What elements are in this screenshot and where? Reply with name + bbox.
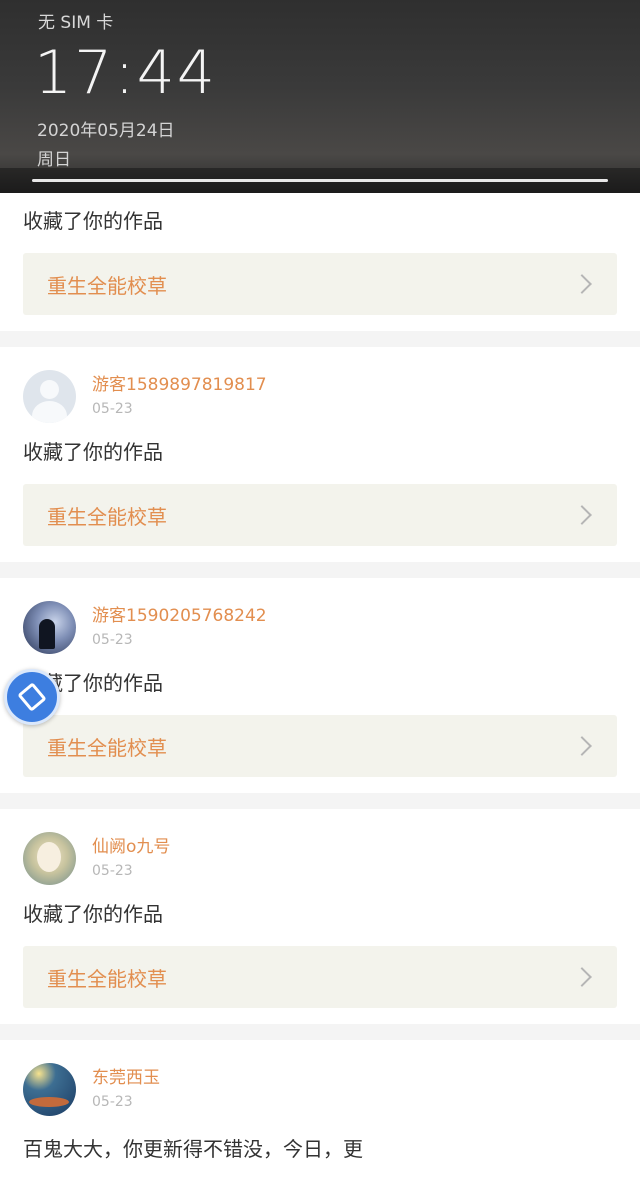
lock-weekday: 周日 [37, 150, 71, 170]
book-title: 重生全能校草 [47, 504, 167, 529]
notification-date: 05-23 [92, 401, 133, 417]
book-link[interactable]: 重生全能校草 [23, 715, 617, 777]
book-link[interactable]: 重生全能校草 [23, 253, 617, 315]
book-title: 重生全能校草 [47, 966, 167, 991]
avatar[interactable] [23, 370, 76, 423]
floating-edit-button[interactable] [4, 669, 60, 725]
notification-header: 仙阙o九号 05-23 [23, 832, 617, 886]
notification-date: 05-23 [92, 632, 133, 648]
notification-action: 收藏了你的作品 [23, 209, 163, 233]
notification-header: 游客1590205768242 05-23 [23, 601, 617, 655]
avatar[interactable] [23, 601, 76, 654]
carrier-status: 无 SIM 卡 [38, 13, 114, 33]
notification-header: 东莞西玉 05-23 [23, 1063, 617, 1117]
notification-card: 游客1589897819817 05-23 收藏了你的作品 重生全能校草 [0, 347, 640, 562]
edit-icon [17, 682, 47, 712]
lockscreen-overlay: 无 SIM 卡 17:44 2020年05月24日 周日 [0, 0, 640, 193]
chevron-right-icon [572, 505, 592, 525]
notification-action: 收藏了你的作品 [23, 671, 163, 695]
book-link[interactable]: 重生全能校草 [23, 946, 617, 1008]
notification-date: 05-23 [92, 1094, 133, 1110]
username[interactable]: 游客1589897819817 [92, 374, 267, 396]
chevron-right-icon [572, 736, 592, 756]
chevron-right-icon [572, 274, 592, 294]
username[interactable]: 仙阙o九号 [92, 836, 170, 858]
comment-text: 百鬼大大，你更新得不错没，今日，更 [23, 1137, 363, 1161]
book-title: 重生全能校草 [47, 273, 167, 298]
notification-date: 05-23 [92, 863, 133, 879]
chevron-right-icon [572, 967, 592, 987]
notification-action: 收藏了你的作品 [23, 902, 163, 926]
book-title: 重生全能校草 [47, 735, 167, 760]
username[interactable]: 东莞西玉 [92, 1067, 160, 1089]
unlock-handle[interactable] [32, 179, 608, 182]
avatar[interactable] [23, 1063, 76, 1116]
avatar[interactable] [23, 832, 76, 885]
comment-card: 东莞西玉 05-23 百鬼大大，你更新得不错没，今日，更 [0, 1040, 640, 1203]
notification-card: 游客1590205768242 05-23 收藏了你的作品 重生全能校草 [0, 578, 640, 793]
notification-card: 仙阙o九号 05-23 收藏了你的作品 重生全能校草 [0, 809, 640, 1024]
notification-action: 收藏了你的作品 [23, 440, 163, 464]
notification-card: 收藏了你的作品 重生全能校草 [0, 193, 640, 331]
lock-date: 2020年05月24日 [37, 121, 175, 141]
notification-header: 游客1589897819817 05-23 [23, 370, 617, 424]
lock-clock: 17:44 [34, 38, 217, 108]
username[interactable]: 游客1590205768242 [92, 605, 267, 627]
book-link[interactable]: 重生全能校草 [23, 484, 617, 546]
notification-feed: 收藏了你的作品 重生全能校草 游客1589897819817 05-23 收藏了… [0, 193, 640, 1203]
